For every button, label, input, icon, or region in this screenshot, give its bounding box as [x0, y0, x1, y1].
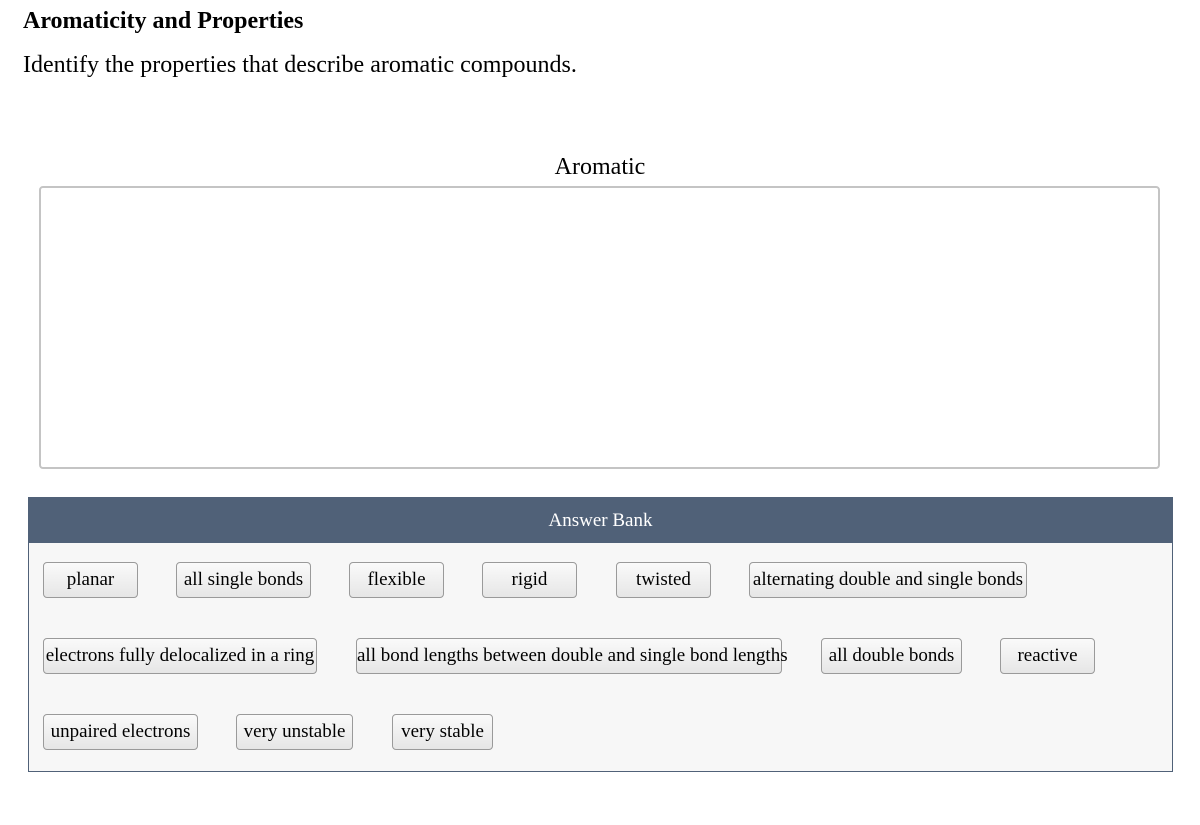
answer-chip[interactable]: very stable: [392, 714, 493, 750]
answer-chip[interactable]: flexible: [349, 562, 444, 598]
question-title: Aromaticity and Properties: [23, 8, 304, 34]
answer-chip[interactable]: reactive: [1000, 638, 1095, 674]
answer-chip[interactable]: twisted: [616, 562, 711, 598]
answer-chip[interactable]: planar: [43, 562, 138, 598]
answer-chip[interactable]: rigid: [482, 562, 577, 598]
drop-bin-label: Aromatic: [554, 154, 646, 180]
answer-bank-header: Answer Bank: [29, 498, 1172, 543]
answer-chip[interactable]: all double bonds: [821, 638, 962, 674]
answer-chip[interactable]: all bond lengths between double and sing…: [356, 638, 788, 674]
answer-chip[interactable]: all single bonds: [176, 562, 311, 598]
question-prompt: Identify the properties that describe ar…: [23, 52, 577, 78]
answer-bank: Answer Bank planar all single bonds flex…: [28, 497, 1173, 772]
answer-chip[interactable]: alternating double and single bonds: [749, 562, 1027, 598]
answer-chip[interactable]: electrons fully delocalized in a ring: [43, 638, 317, 674]
answer-chip[interactable]: very unstable: [236, 714, 353, 750]
drop-zone-aromatic[interactable]: [39, 186, 1160, 469]
answer-chip[interactable]: unpaired electrons: [43, 714, 198, 750]
